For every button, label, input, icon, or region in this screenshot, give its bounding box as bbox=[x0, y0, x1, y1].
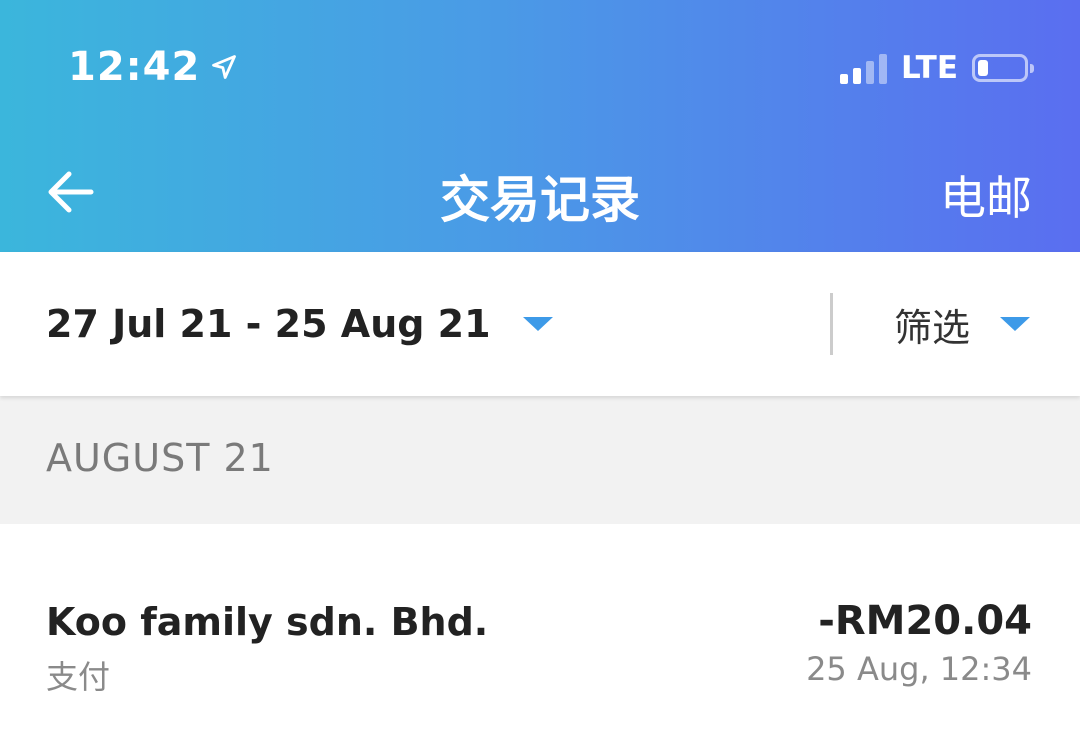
signal-bars-icon bbox=[840, 52, 888, 84]
date-range-selector[interactable]: 27 Jul 21 - 25 Aug 21 bbox=[46, 252, 553, 396]
date-range-label: 27 Jul 21 - 25 Aug 21 bbox=[46, 302, 491, 346]
status-time: 12:42 bbox=[68, 44, 238, 90]
status-indicators: LTE bbox=[840, 50, 1034, 86]
transaction-amount: -RM20.04 bbox=[818, 598, 1032, 644]
caret-down-icon bbox=[1000, 317, 1030, 331]
email-button[interactable]: 电邮 bbox=[940, 162, 1032, 228]
status-time-text: 12:42 bbox=[68, 44, 201, 90]
month-section-header: AUGUST 21 bbox=[0, 396, 1080, 524]
filter-label: 筛选 bbox=[893, 305, 970, 350]
filter-dropdown[interactable]: 筛选 bbox=[894, 252, 1030, 396]
month-label: AUGUST 21 bbox=[46, 436, 274, 480]
location-arrow-icon bbox=[212, 55, 237, 79]
transaction-datetime: 25 Aug, 12:34 bbox=[806, 650, 1032, 688]
filter-bar: 27 Jul 21 - 25 Aug 21 筛选 bbox=[0, 252, 1080, 396]
app-header: 12:42 LTE 交易记录 电邮 bbox=[0, 0, 1080, 252]
transaction-type: 支付 bbox=[46, 658, 111, 696]
divider bbox=[830, 293, 833, 355]
page-title: 交易记录 bbox=[440, 171, 640, 229]
transaction-merchant: Koo family sdn. Bhd. bbox=[46, 600, 489, 644]
caret-down-icon bbox=[522, 317, 553, 331]
transaction-row[interactable]: Koo family sdn. Bhd. 支付 -RM20.04 25 Aug,… bbox=[0, 524, 1080, 747]
network-type: LTE bbox=[901, 50, 958, 86]
battery-low-icon bbox=[972, 54, 1034, 82]
